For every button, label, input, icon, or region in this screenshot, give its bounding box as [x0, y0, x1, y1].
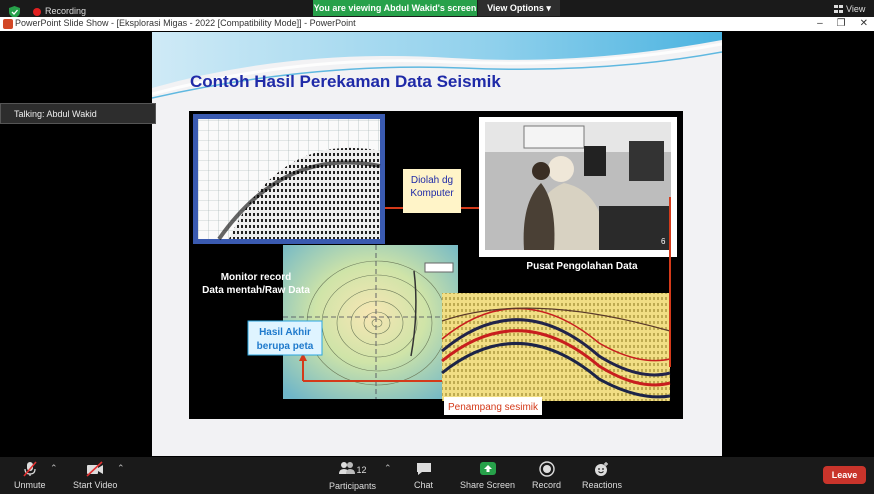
- minimize-icon[interactable]: –: [817, 18, 823, 29]
- unmute-label: Unmute: [14, 480, 46, 490]
- seismic-section-image: [441, 293, 671, 401]
- share-screen-label: Share Screen: [460, 480, 516, 490]
- video-options-caret-icon[interactable]: ⌃: [117, 463, 125, 474]
- monitor-caption-line-2: Data mentah/Raw Data: [202, 285, 310, 296]
- restore-icon[interactable]: ❐: [837, 18, 846, 29]
- seismic-diagram: Diolah dg Komputer 6 Hasil Akhir berupa …: [193, 114, 677, 415]
- reactions-button[interactable]: Reactions: [582, 461, 622, 490]
- chat-label: Chat: [414, 480, 434, 490]
- chat-button[interactable]: Chat: [414, 461, 433, 490]
- diolah-line-1: Diolah dg: [411, 175, 453, 186]
- data-processing-center-photo: 6: [479, 117, 677, 257]
- view-button[interactable]: View: [834, 4, 865, 14]
- diolah-line-2: Komputer: [410, 188, 454, 199]
- start-video-button[interactable]: Start Video: [73, 461, 117, 490]
- grid-view-icon: [834, 5, 843, 13]
- unmute-button[interactable]: Unmute: [14, 461, 46, 490]
- record-icon: [538, 461, 555, 477]
- share-screen-icon: [479, 462, 496, 475]
- seismic-diagram-panel: Diolah dg Komputer 6 Hasil Akhir berupa …: [189, 111, 683, 419]
- mic-muted-icon: [23, 461, 37, 477]
- record-label: Record: [532, 480, 562, 490]
- monitor-record-image: [193, 114, 385, 244]
- talking-indicator: Talking: Abdul Wakid: [0, 103, 156, 124]
- photo-number: 6: [661, 237, 666, 246]
- participants-label: Participants: [329, 481, 377, 491]
- recording-dot-icon: [33, 8, 41, 16]
- recording-label: Recording: [45, 6, 87, 16]
- powerpoint-icon: [3, 19, 13, 29]
- zoom-toolbar: Unmute ⌃ Start Video ⌃ 12 Participants ⌃…: [0, 457, 874, 494]
- share-screen-button[interactable]: Share Screen: [460, 461, 515, 490]
- hasil-line-1: Hasil Akhir: [259, 327, 311, 338]
- viewing-screen-banner: You are viewing Abdul Wakid's screen: [313, 0, 477, 16]
- slide: Contoh Hasil Perekaman Data Seismik Diol…: [152, 32, 722, 456]
- penampang-caption: Penampang sesimik: [448, 402, 539, 413]
- reactions-label: Reactions: [582, 480, 623, 490]
- view-label: View: [846, 4, 866, 14]
- chat-icon: [416, 463, 431, 475]
- slide-title: Contoh Hasil Perekaman Data Seismik: [190, 72, 501, 91]
- participants-icon: [338, 462, 355, 474]
- start-video-label: Start Video: [73, 480, 118, 490]
- reactions-smiley-icon: [595, 462, 609, 476]
- audio-options-caret-icon[interactable]: ⌃: [50, 463, 58, 474]
- hasil-line-2: berupa peta: [257, 341, 314, 352]
- participants-caret-icon[interactable]: ⌃: [384, 463, 392, 474]
- leave-button[interactable]: Leave: [823, 466, 866, 484]
- video-off-icon: [86, 461, 104, 477]
- participant-count: 12: [356, 464, 367, 475]
- view-options-button[interactable]: View Options ▾: [478, 0, 560, 16]
- monitor-caption-line-1: Monitor record: [221, 272, 292, 283]
- window-title: PowerPoint Slide Show - [Eksplorasi Miga…: [15, 18, 356, 28]
- powerpoint-titlebar: PowerPoint Slide Show - [Eksplorasi Miga…: [0, 17, 874, 31]
- close-icon[interactable]: ✕: [860, 18, 868, 29]
- record-button[interactable]: Record: [532, 461, 561, 490]
- participants-button[interactable]: 12 Participants: [329, 461, 376, 491]
- pusat-caption: Pusat Pengolahan Data: [526, 261, 638, 272]
